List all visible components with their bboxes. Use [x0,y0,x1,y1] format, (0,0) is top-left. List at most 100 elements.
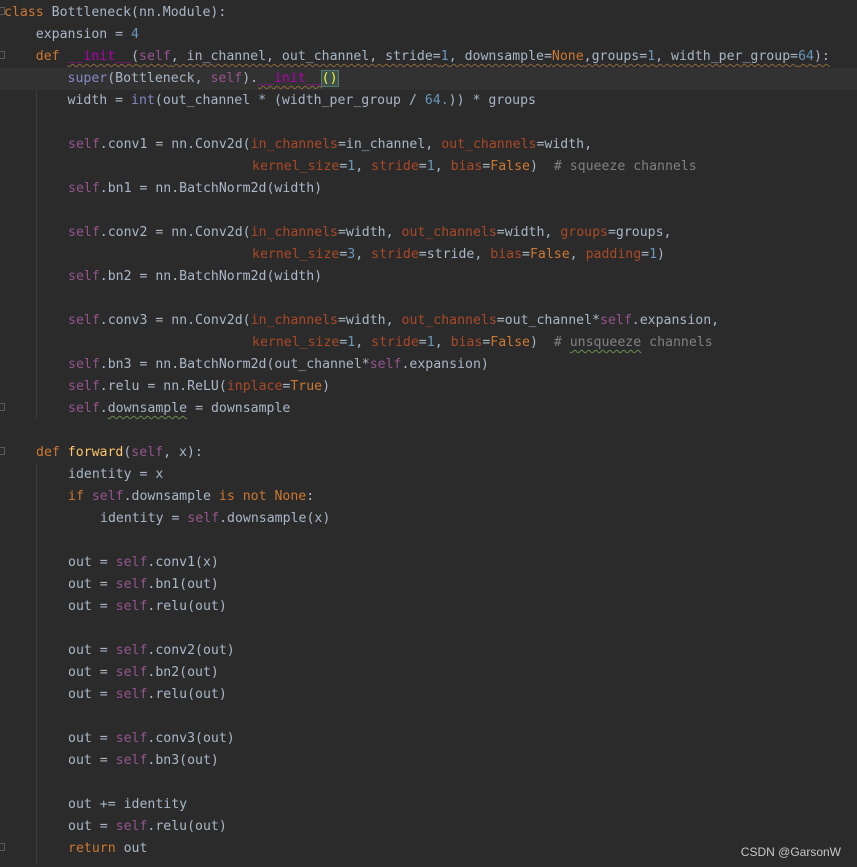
code-text: .bn2(out) [147,665,219,680]
code-text: width = [4,93,132,108]
code-text: .conv1 = nn.Conv2d( [99,137,251,152]
code-text: ) [657,247,665,262]
code-line[interactable]: width = int(out_channel * (width_per_gro… [4,90,536,112]
fold-marker-icon[interactable] [0,403,5,411]
code-text: out = [68,599,116,614]
code-line[interactable]: self.conv3 = nn.Conv2d(in_channels=width… [68,310,719,332]
code-text: .bn1 = nn.BatchNorm2d(width) [99,181,323,196]
self-keyword: self [115,665,148,680]
code-line[interactable]: out = self.bn3(out) [68,750,219,772]
number: 64. [424,93,449,108]
code-text: .relu(out) [147,599,227,614]
self-keyword: self [68,225,100,240]
code-line[interactable]: out = self.conv2(out) [68,640,235,662]
code-line[interactable]: def forward(self, x): [36,442,203,464]
code-text: =width, [337,313,402,328]
code-line[interactable]: out += identity [68,794,187,816]
code-line[interactable]: out = self.relu(out) [68,684,227,706]
code-text: out = [68,819,116,834]
param-name: in_channels [250,225,338,240]
param-name: out_channels [401,225,497,240]
code-text: =width, [496,225,561,240]
code-line[interactable]: identity = self.downsample(x) [100,508,330,530]
keyword: None [551,49,584,64]
code-line[interactable]: out = self.relu(out) [68,596,227,618]
keyword: False [529,247,570,262]
code-text: out = [68,643,116,658]
indent-guide [36,68,37,420]
code-line[interactable]: self.bn1 = nn.BatchNorm2d(width) [68,178,322,200]
code-text: .conv2 = nn.Conv2d( [99,225,251,240]
current-code-line[interactable]: super(Bottleneck, self).__init__() [0,68,857,90]
code-line[interactable]: out = self.bn1(out) [68,574,219,596]
param-name: kernel_size [252,159,340,174]
code-line[interactable]: kernel_size=3, stride=stride, bias=False… [252,244,665,266]
code-text: =out_channel* [496,313,600,328]
builtin: super [67,71,108,86]
code-line[interactable]: return out [68,838,147,860]
keyword: def [4,49,68,64]
self-keyword: self [600,313,632,328]
code-line[interactable]: self.bn3 = nn.BatchNorm2d(out_channel*se… [68,354,489,376]
code-text: . [99,401,108,416]
code-text: (Bottleneck, [107,71,211,86]
code-text: .downsample(x) [219,511,331,526]
code-text: = [418,159,427,174]
self-keyword: self [68,313,100,328]
self-keyword: self [115,753,148,768]
code-line[interactable]: def __init__(self, in_channel, out_chann… [4,46,830,68]
code-text: , [355,335,372,350]
code-line[interactable]: self.conv1 = nn.Conv2d(in_channels=in_ch… [68,134,592,156]
number: 1 [426,159,435,174]
code-text: out += identity [68,797,188,812]
self-keyword: self [210,71,243,86]
code-line[interactable]: self.bn2 = nn.BatchNorm2d(width) [68,266,322,288]
self-keyword: self [131,445,164,460]
code-text: , [434,159,451,174]
keyword: if [68,489,92,504]
param-name: bias [450,159,483,174]
code-text: , in_channel, out_channel, stride= [170,49,441,64]
code-line[interactable]: kernel_size=1, stride=1, bias=False) # s… [252,156,697,178]
code-text: ,groups= [583,49,648,64]
code-line[interactable]: self.relu = nn.ReLU(inplace=True) [68,376,330,398]
code-line[interactable]: out = self.conv3(out) [68,728,235,750]
code-line[interactable]: self.conv2 = nn.Conv2d(in_channels =width… [68,222,671,244]
code-text: ( [131,49,140,64]
code-line[interactable]: expansion = 4 [4,24,139,46]
self-keyword: self [187,511,220,526]
param-name: stride [371,335,419,350]
code-line[interactable]: out = self.relu(out) [68,816,227,838]
code-text: ) [530,159,554,174]
code-text: identity = x [68,467,164,482]
code-line[interactable]: if self.downsample is not None: [68,486,314,508]
fold-marker-icon[interactable] [0,447,5,455]
code-text: =in_channel, [337,137,442,152]
code-line[interactable]: identity = x [68,464,163,486]
code-editor[interactable]: class Bottleneck(nn.Module): expansion =… [0,0,857,867]
code-text: = downsample [187,401,291,416]
fold-marker-icon[interactable] [0,843,5,851]
param-name: kernel_size [252,247,340,262]
self-keyword: self [68,379,100,394]
function-name: __init__ [67,49,132,64]
code-line[interactable]: kernel_size=1, stride=1, bias=False) # u… [252,332,713,354]
param-name: out_channels [401,313,497,328]
number: 1 [647,49,656,64]
code-text: =stride, [418,247,491,262]
code-text: ) [322,379,331,394]
code-line[interactable]: out = self.conv1(x) [68,552,219,574]
code-line[interactable]: class Bottleneck(nn.Module): [4,2,226,24]
code-text: ): [813,49,830,64]
code-line[interactable]: self.downsample = downsample [68,398,290,420]
code-text: .conv1(x) [147,555,219,570]
paren-match: () [320,70,339,87]
code-text: .bn3(out) [147,753,219,768]
keyword: class [4,5,44,20]
code-text: =groups, [607,225,672,240]
code-text: .expansion, [631,313,720,328]
code-text: )) * groups [448,93,536,108]
code-text: .relu(out) [147,687,227,702]
code-line[interactable]: out = self.bn2(out) [68,662,219,684]
